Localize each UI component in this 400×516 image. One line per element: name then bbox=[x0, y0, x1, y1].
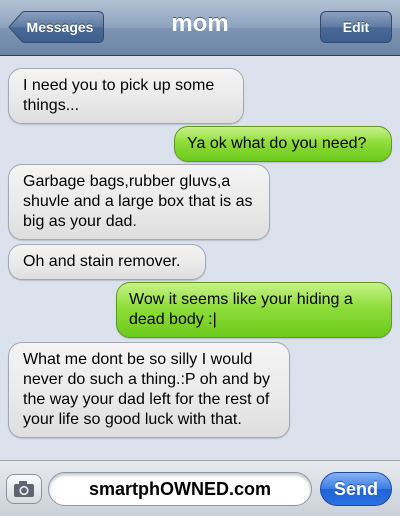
outgoing-message-bubble[interactable]: Wow it seems like your hiding a dead bod… bbox=[116, 282, 392, 338]
incoming-message-bubble[interactable]: What me dont be so silly I would never d… bbox=[8, 342, 290, 438]
composer-bar: smartphOWNED.com Send bbox=[0, 460, 400, 516]
send-button[interactable]: Send bbox=[320, 472, 392, 506]
edit-button[interactable]: Edit bbox=[320, 11, 392, 43]
message-input[interactable]: smartphOWNED.com bbox=[48, 472, 312, 506]
camera-button[interactable] bbox=[6, 474, 42, 504]
camera-icon bbox=[14, 481, 34, 497]
incoming-message-bubble[interactable]: I need you to pick up some things... bbox=[8, 68, 244, 124]
incoming-message-bubble[interactable]: Garbage bags,rubber gluvs,a shuvle and a… bbox=[8, 164, 270, 240]
outgoing-message-bubble[interactable]: Ya ok what do you need? bbox=[174, 126, 392, 162]
message-thread[interactable]: I need you to pick up some things... Ya … bbox=[0, 56, 400, 460]
incoming-message-bubble[interactable]: Oh and stain remover. bbox=[8, 244, 206, 280]
navigation-bar: Messages mom Edit bbox=[0, 0, 400, 56]
